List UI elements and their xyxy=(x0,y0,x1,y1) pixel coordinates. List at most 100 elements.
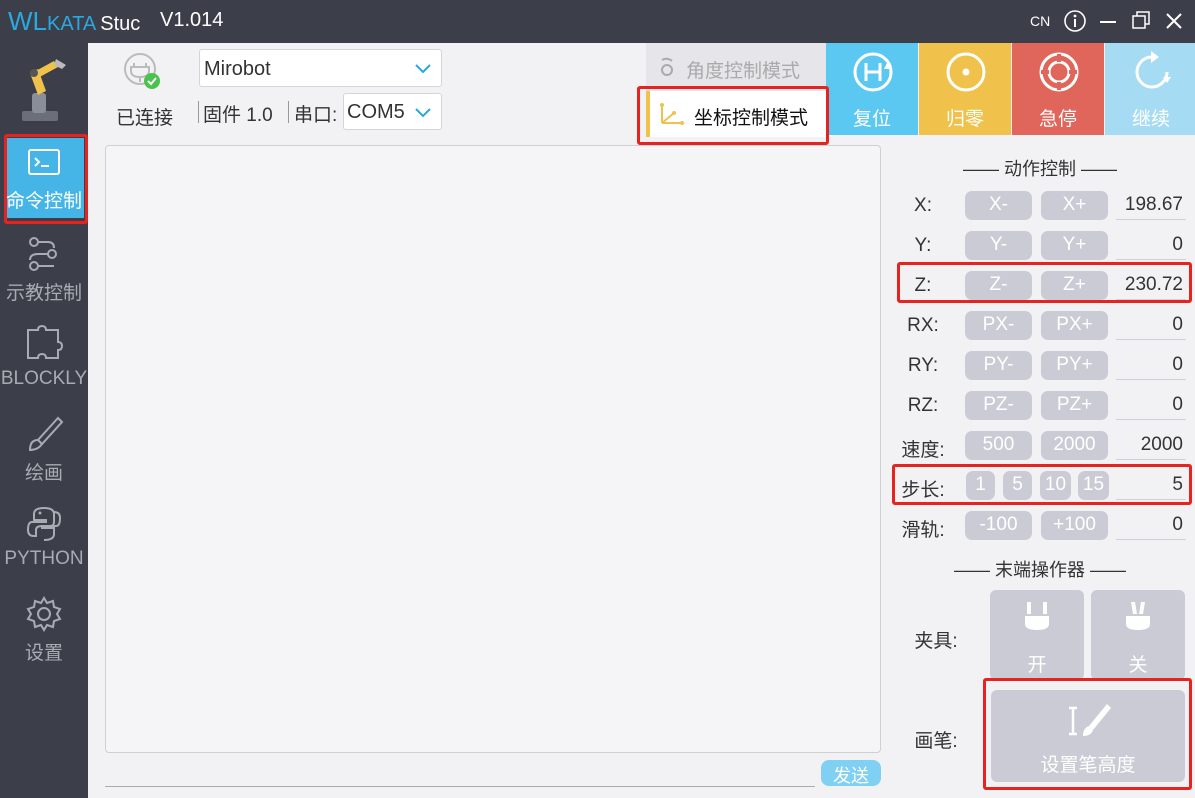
sidebar-item-label: 绘画 xyxy=(24,463,63,484)
rail-minus-button[interactable]: -100 xyxy=(965,511,1032,540)
rz-minus-button[interactable]: PZ- xyxy=(965,391,1032,420)
step-10-button[interactable]: 10 xyxy=(1040,471,1071,500)
rz-value: 0 xyxy=(1116,391,1186,420)
speed-2000-button[interactable]: 2000 xyxy=(1041,431,1108,460)
y-axis-label: Y: xyxy=(914,235,932,256)
divider xyxy=(288,101,289,123)
ry-value: 0 xyxy=(1116,351,1186,380)
z-minus-button[interactable]: Z- xyxy=(965,271,1032,300)
set-pen-height-button[interactable]: 设置笔高度 xyxy=(991,690,1185,782)
pen-label: 画笔: xyxy=(914,731,958,752)
minimize-icon[interactable] xyxy=(1094,7,1122,35)
step-1-button[interactable]: 1 xyxy=(966,471,995,500)
sidebar: 命令控制 示教控制 BLOCKLY 绘画 PYTHON 设置 xyxy=(0,43,88,798)
gripper-open-button[interactable]: 开 xyxy=(990,590,1084,680)
python-icon xyxy=(26,506,62,541)
pen-height-icon xyxy=(1069,704,1111,736)
tab-angle-control-mode[interactable]: 角度控制模式 xyxy=(646,43,826,91)
chevron-down-icon xyxy=(415,64,431,74)
gear-icon xyxy=(26,596,62,632)
tab-label: 坐标控制模式 xyxy=(694,108,809,129)
gripper-open-label: 开 xyxy=(1027,655,1047,676)
rx-value: 0 xyxy=(1116,311,1186,340)
chevron-down-icon xyxy=(415,108,431,118)
app-version: V1.014 xyxy=(160,9,224,31)
info-icon[interactable] xyxy=(1061,7,1089,35)
rail-plus-button[interactable]: +100 xyxy=(1041,511,1108,540)
command-input[interactable] xyxy=(105,786,815,787)
ry-minus-button[interactable]: PY- xyxy=(965,351,1032,380)
send-button[interactable]: 发送 xyxy=(821,760,881,786)
port-value: COM5 xyxy=(347,101,405,123)
gripper-label: 夹具: xyxy=(914,631,958,652)
command-output-console[interactable] xyxy=(105,145,881,753)
terminal-icon xyxy=(28,149,60,175)
rx-plus-button[interactable]: PX+ xyxy=(1041,311,1108,340)
maximize-icon[interactable] xyxy=(1127,7,1155,35)
close-icon[interactable] xyxy=(1160,7,1188,35)
z-axis-label: Z: xyxy=(914,275,932,296)
rz-axis-label: RZ: xyxy=(907,395,939,416)
ry-axis-label: RY: xyxy=(907,355,939,376)
divider xyxy=(198,101,199,123)
flow-icon xyxy=(29,237,57,271)
brush-icon xyxy=(28,416,64,452)
home-button[interactable]: 复位 xyxy=(826,43,918,135)
sidebar-item-label: PYTHON xyxy=(4,548,84,569)
emergency-stop-label: 急停 xyxy=(1038,109,1077,130)
x-value: 198.67 xyxy=(1116,191,1186,220)
port-label: 串口: xyxy=(294,105,338,126)
gripper-close-button[interactable]: 关 xyxy=(1091,590,1185,680)
x-plus-button[interactable]: X+ xyxy=(1041,191,1108,220)
step-label: 步长: xyxy=(901,480,945,501)
home-reset-icon xyxy=(853,52,893,92)
gripper-open-icon xyxy=(1025,602,1049,630)
plug-connected-icon xyxy=(124,53,160,89)
tab-coordinate-control-mode[interactable]: 坐标控制模式 xyxy=(646,91,826,137)
coordinate-axes-icon xyxy=(660,103,684,125)
robot-arm-logo xyxy=(22,59,66,121)
gripper-close-label: 关 xyxy=(1128,655,1148,676)
x-minus-button[interactable]: X- xyxy=(965,191,1032,220)
puzzle-icon xyxy=(27,324,64,359)
motion-control-title: —— 动作控制 —— xyxy=(962,159,1117,179)
connection-status-label: 已连接 xyxy=(116,108,174,129)
z-plus-button[interactable]: Z+ xyxy=(1041,271,1108,300)
title-bar: WLKATA Stuc V1.014 CN xyxy=(0,0,1195,43)
emergency-stop-button[interactable]: 急停 xyxy=(1012,43,1104,135)
rz-plus-button[interactable]: PZ+ xyxy=(1041,391,1108,420)
robot-model-select[interactable]: Mirobot xyxy=(199,49,442,87)
app-logo-text: WLKATA Stuc xyxy=(8,6,141,36)
sidebar-item-label: BLOCKLY xyxy=(0,368,88,389)
step-15-button[interactable]: 15 xyxy=(1078,471,1109,500)
rx-axis-label: RX: xyxy=(907,315,939,336)
step-5-button[interactable]: 5 xyxy=(1003,471,1032,500)
home-button-label: 复位 xyxy=(852,109,891,130)
speed-label: 速度: xyxy=(901,440,945,461)
target-icon xyxy=(946,52,986,92)
sidebar-item-python[interactable]: PYTHON xyxy=(0,498,88,586)
speed-500-button[interactable]: 500 xyxy=(965,431,1032,460)
rail-label: 滑轨: xyxy=(901,520,945,541)
rx-minus-button[interactable]: PX- xyxy=(965,311,1032,340)
resume-icon xyxy=(1135,51,1171,89)
tab-label: 角度控制模式 xyxy=(686,61,801,82)
sidebar-item-label: 设置 xyxy=(24,643,63,664)
y-minus-button[interactable]: Y- xyxy=(965,231,1032,260)
speed-value[interactable]: 2000 xyxy=(1116,431,1186,460)
port-select[interactable]: COM5 xyxy=(343,93,442,130)
firmware-info: 固件 1.0 xyxy=(203,105,273,126)
zero-button[interactable]: 归零 xyxy=(919,43,1011,135)
sidebar-item-drawing[interactable]: 绘画 xyxy=(0,408,88,496)
language-toggle[interactable]: CN xyxy=(1030,13,1050,29)
sidebar-item-blockly[interactable]: BLOCKLY xyxy=(0,318,88,406)
sidebar-item-settings[interactable]: 设置 xyxy=(0,588,88,676)
x-axis-label: X: xyxy=(914,195,932,216)
step-value[interactable]: 5 xyxy=(1116,471,1186,500)
sidebar-item-command-control[interactable]: 命令控制 xyxy=(4,138,84,218)
sidebar-item-teach-control[interactable]: 示教控制 xyxy=(0,228,88,316)
ry-plus-button[interactable]: PY+ xyxy=(1041,351,1108,380)
sidebar-item-label: 示教控制 xyxy=(5,283,82,304)
y-plus-button[interactable]: Y+ xyxy=(1041,231,1108,260)
resume-button[interactable]: 继续 xyxy=(1105,43,1195,135)
